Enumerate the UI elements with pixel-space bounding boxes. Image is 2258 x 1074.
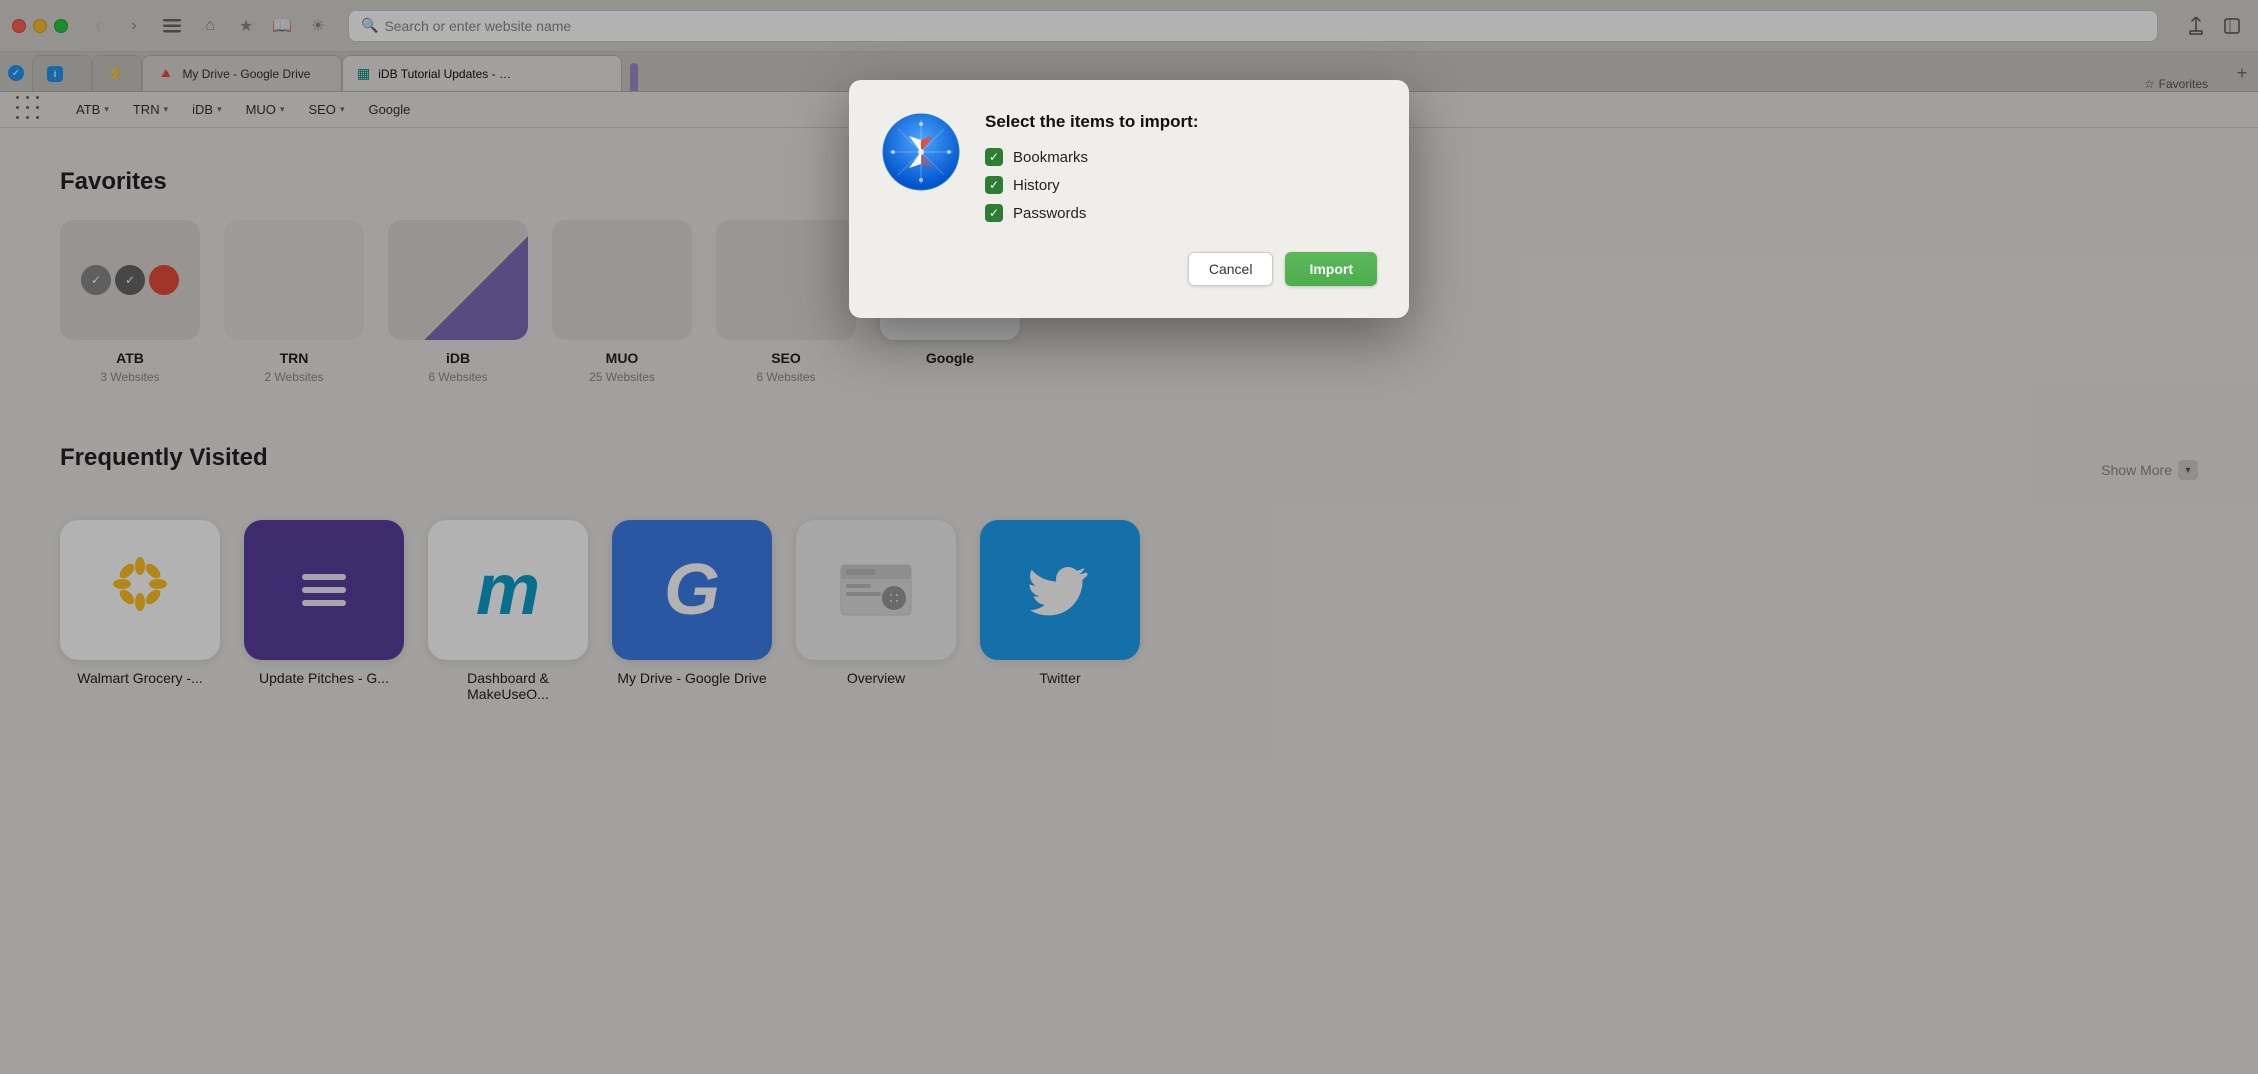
modal-footer: Cancel Import (881, 252, 1377, 286)
history-label: History (1013, 177, 1060, 194)
checkbox-bookmarks[interactable]: ✓ Bookmarks (985, 148, 1377, 166)
checkbox-history[interactable]: ✓ History (985, 176, 1377, 194)
cancel-button[interactable]: Cancel (1188, 252, 1274, 286)
modal-content: Select the items to import: ✓ Bookmarks … (985, 112, 1377, 232)
bookmarks-checkbox[interactable]: ✓ (985, 148, 1003, 166)
history-checkbox[interactable]: ✓ (985, 176, 1003, 194)
checkbox-passwords[interactable]: ✓ Passwords (985, 204, 1377, 222)
modal-title: Select the items to import: (985, 112, 1377, 132)
modal-overlay: Select the items to import: ✓ Bookmarks … (0, 0, 2258, 1074)
passwords-checkbox[interactable]: ✓ (985, 204, 1003, 222)
bookmarks-label: Bookmarks (1013, 149, 1088, 166)
import-modal: Select the items to import: ✓ Bookmarks … (849, 80, 1409, 318)
import-button[interactable]: Import (1285, 252, 1377, 286)
passwords-label: Passwords (1013, 205, 1086, 222)
safari-icon (881, 112, 961, 232)
modal-body: Select the items to import: ✓ Bookmarks … (881, 112, 1377, 232)
